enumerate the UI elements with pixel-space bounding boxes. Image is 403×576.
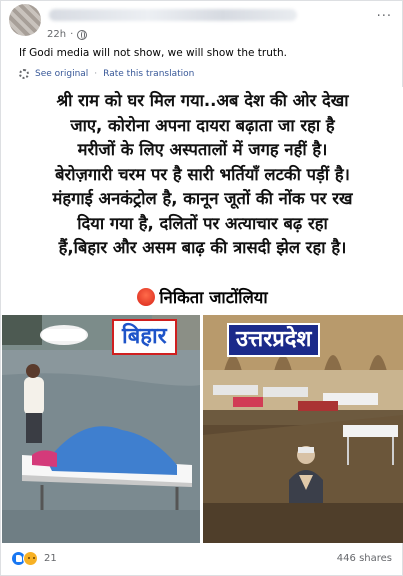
more-options-icon[interactable]: ··· [377, 9, 392, 24]
angry-emoji-icon [137, 288, 156, 306]
post-image[interactable]: श्री राम को घर मिल गया..अब देश की ओर देख… [2, 87, 403, 543]
hindi-line: श्री राम को घर मिल गया..अब देश की ओर देख… [56, 91, 349, 110]
rate-translation-link[interactable]: Rate this translation [103, 69, 194, 79]
label-uttar-pradesh: उत्तरप्रदेश [227, 323, 321, 357]
facebook-post: 22h · ··· If Godi media will not show, w… [0, 0, 403, 576]
hindi-line: बेरोज़गारी चरम पर है सारी भर्तियाँ लटकी … [55, 164, 350, 184]
gear-icon [19, 69, 29, 79]
hindi-line: दिया गया है, दलितों पर अत्याचार बढ़ रहा [77, 213, 328, 233]
reactions-summary[interactable]: 21 [11, 551, 57, 566]
label-bihar: बिहार [112, 319, 177, 355]
image-author: निकिता जाटोंलिया [2, 285, 403, 308]
author-name-blurred[interactable] [49, 9, 297, 21]
separator: · [94, 69, 98, 79]
reaction-count: 21 [44, 553, 57, 564]
avatar[interactable] [9, 4, 41, 36]
sad-reaction-icon [23, 551, 38, 566]
shares-count[interactable]: 446 shares [337, 553, 392, 564]
post-time[interactable]: 22h [47, 29, 66, 40]
hindi-line: हैं,बिहार और असम बाढ़ की त्रासदी झेल रहा… [58, 238, 347, 257]
globe-icon [77, 29, 88, 40]
see-original-link[interactable]: See original [35, 69, 88, 79]
hindi-line: जाए, कोरोना अपना दायरा बढ़ाता जा रहा है [70, 115, 335, 135]
translation-bar: See original · Rate this translation [19, 69, 194, 79]
hindi-line: मरीजों के लिए अस्पतालों में जगह नहीं है। [77, 140, 328, 159]
post-meta: 22h · [47, 29, 88, 40]
image-hindi-text: श्री राम को घर मिल गया..अब देश की ओर देख… [2, 89, 403, 261]
post-text: If Godi media will not show, we will sho… [19, 47, 287, 59]
hindi-line: मंहगाई अनकंट्रोल है, कानून जूतों की नोंक… [52, 189, 353, 208]
